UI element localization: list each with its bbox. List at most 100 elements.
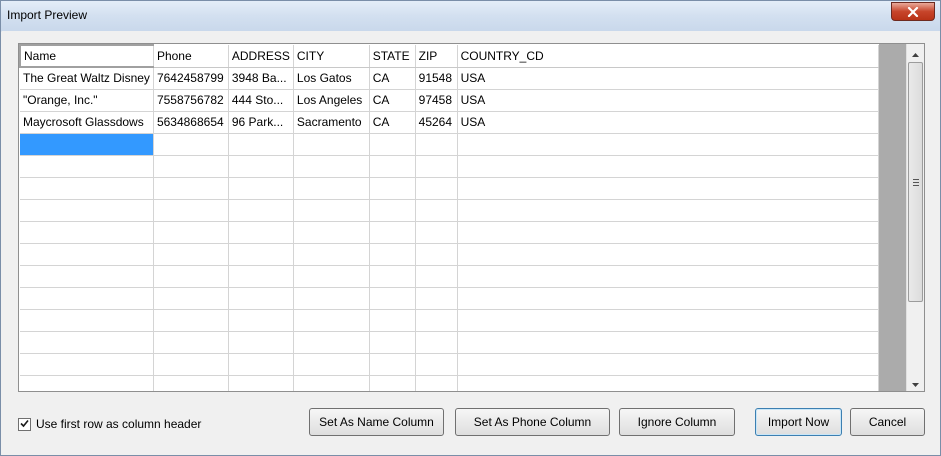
selected-cell[interactable] [20, 133, 154, 156]
table-cell[interactable] [228, 353, 294, 376]
table-cell[interactable] [415, 309, 458, 332]
table-cell[interactable] [153, 331, 229, 354]
table-cell[interactable] [415, 287, 458, 310]
table-row-empty[interactable] [20, 309, 879, 332]
scroll-up-button[interactable] [907, 44, 924, 61]
scroll-down-button[interactable] [907, 374, 924, 391]
table-cell[interactable] [457, 221, 879, 244]
table-cell[interactable] [228, 375, 294, 391]
table-cell[interactable] [415, 199, 458, 222]
table-cell[interactable] [228, 199, 294, 222]
column-header-address[interactable]: ADDRESS [228, 45, 294, 68]
table-cell[interactable] [293, 353, 370, 376]
table-cell[interactable] [293, 199, 370, 222]
table-cell[interactable] [457, 243, 879, 266]
table-cell[interactable]: Los Angeles [293, 89, 370, 112]
table-cell[interactable] [457, 353, 879, 376]
column-header-state[interactable]: STATE [369, 45, 416, 68]
ignore-column-button[interactable]: Ignore Column [619, 408, 735, 436]
table-cell[interactable] [293, 309, 370, 332]
table-cell[interactable] [457, 199, 879, 222]
column-header-city[interactable]: CITY [293, 45, 370, 68]
table-row[interactable]: The Great Waltz Disney 7642458799 3948 Ba.… [20, 67, 879, 90]
table-cell[interactable] [415, 133, 458, 156]
table-cell[interactable] [153, 287, 229, 310]
table-cell[interactable]: USA [457, 67, 879, 90]
table-row-empty[interactable] [20, 133, 879, 156]
table-cell[interactable] [153, 221, 229, 244]
table-cell[interactable] [457, 287, 879, 310]
table-cell[interactable] [369, 221, 416, 244]
table-cell[interactable]: 97458 [415, 89, 458, 112]
table-cell[interactable] [293, 177, 370, 200]
table-cell[interactable] [228, 287, 294, 310]
table-cell[interactable] [415, 243, 458, 266]
table-cell[interactable] [20, 331, 154, 354]
table-cell[interactable] [228, 243, 294, 266]
table-cell[interactable] [20, 309, 154, 332]
table-cell[interactable] [293, 133, 370, 156]
table-cell[interactable] [369, 331, 416, 354]
table-cell[interactable]: 45264 [415, 111, 458, 134]
table-cell[interactable] [457, 375, 879, 391]
table-cell[interactable] [369, 177, 416, 200]
table-cell[interactable] [293, 331, 370, 354]
table-cell[interactable] [20, 243, 154, 266]
table-cell[interactable] [153, 133, 229, 156]
table-cell[interactable] [153, 155, 229, 178]
table-cell[interactable] [457, 177, 879, 200]
table-cell[interactable]: The Great Waltz Disney [20, 67, 154, 90]
table-cell[interactable] [153, 265, 229, 288]
table-cell[interactable]: 96 Park... [228, 111, 294, 134]
first-row-header-checkbox[interactable] [18, 417, 31, 431]
table-cell[interactable]: 7642458799 [153, 67, 229, 90]
table-cell[interactable] [228, 155, 294, 178]
table-cell[interactable] [20, 287, 154, 310]
table-cell[interactable] [228, 177, 294, 200]
table-cell[interactable]: 3948 Ba... [228, 67, 294, 90]
table-cell[interactable] [153, 243, 229, 266]
table-cell[interactable] [369, 155, 416, 178]
table-cell[interactable] [20, 265, 154, 288]
table-cell[interactable] [293, 375, 370, 391]
table-row-empty[interactable] [20, 287, 879, 310]
table-cell[interactable] [415, 353, 458, 376]
table-cell[interactable] [369, 243, 416, 266]
scroll-thumb[interactable] [908, 62, 923, 302]
table-cell[interactable] [457, 331, 879, 354]
table-cell[interactable] [153, 309, 229, 332]
vertical-scrollbar[interactable] [906, 44, 924, 391]
table-cell[interactable] [415, 265, 458, 288]
table-row-empty[interactable] [20, 243, 879, 266]
table-cell[interactable]: 444 Sto... [228, 89, 294, 112]
table-cell[interactable] [369, 199, 416, 222]
table-row-empty[interactable] [20, 221, 879, 244]
table-row-empty[interactable] [20, 155, 879, 178]
table-cell[interactable] [20, 177, 154, 200]
column-header-zip[interactable]: ZIP [415, 45, 458, 68]
table-cell[interactable] [293, 221, 370, 244]
table-cell[interactable] [228, 265, 294, 288]
table-cell[interactable] [228, 309, 294, 332]
table-cell[interactable] [415, 177, 458, 200]
table-cell[interactable]: "Orange, Inc." [20, 89, 154, 112]
table-cell[interactable]: USA [457, 111, 879, 134]
title-bar[interactable]: Import Preview [1, 1, 940, 31]
table-cell[interactable] [369, 375, 416, 391]
table-cell[interactable] [293, 287, 370, 310]
table-cell[interactable] [457, 265, 879, 288]
cancel-button[interactable]: Cancel [850, 408, 925, 436]
column-header-country-cd[interactable]: COUNTRY_CD [457, 45, 879, 68]
table-cell[interactable] [153, 199, 229, 222]
table-cell[interactable]: 91548 [415, 67, 458, 90]
table-cell[interactable] [20, 375, 154, 391]
table-cell[interactable] [228, 221, 294, 244]
set-as-phone-column-button[interactable]: Set As Phone Column [455, 408, 610, 436]
table-row[interactable]: "Orange, Inc." 7558756782 444 Sto... Los An… [20, 89, 879, 112]
table-row[interactable]: Maycrosoft Glassdows 5634868654 96 Park...… [20, 111, 879, 134]
table-cell[interactable]: USA [457, 89, 879, 112]
table-cell[interactable] [457, 309, 879, 332]
table-row-empty[interactable] [20, 177, 879, 200]
table-cell[interactable] [415, 331, 458, 354]
table-cell[interactable] [293, 243, 370, 266]
